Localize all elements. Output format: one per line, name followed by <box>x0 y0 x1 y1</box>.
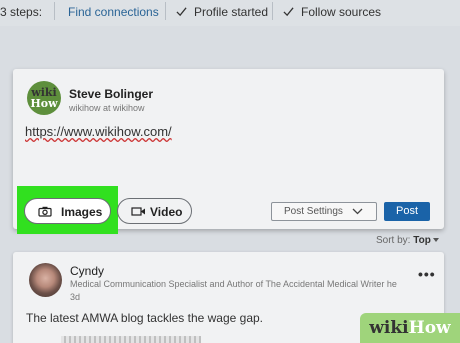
post-settings-dropdown[interactable]: Post Settings <box>271 202 377 221</box>
divider <box>165 2 166 20</box>
step-label: Follow sources <box>301 5 382 19</box>
images-button[interactable]: Images <box>24 198 111 224</box>
steps-prefix: 3 steps: <box>0 5 43 19</box>
divider <box>272 2 273 20</box>
poster-name[interactable]: Cyndy <box>70 264 104 278</box>
avatar[interactable] <box>29 263 62 297</box>
post-button[interactable]: Post <box>384 202 430 221</box>
caret-down-icon <box>432 238 439 242</box>
post-text-input[interactable]: https://www.wikihow.com/ <box>25 124 172 139</box>
step-profile-started: Profile started <box>176 5 268 19</box>
sort-by-label: Sort by: <box>376 235 411 246</box>
post-settings-label: Post Settings <box>284 206 343 217</box>
sort-by-value: Top <box>413 235 431 246</box>
chevron-down-icon <box>352 208 363 215</box>
steps-bar: 3 steps: Find connections Profile starte… <box>0 0 460 26</box>
author-name: Steve Bolinger <box>69 87 154 101</box>
check-icon <box>283 7 294 17</box>
watermark-text: How <box>408 318 451 338</box>
author-avatar: wiki How <box>27 81 61 115</box>
post-text: The latest AMWA blog tackles the wage ga… <box>26 311 264 325</box>
find-connections-link[interactable]: Find connections <box>68 5 159 19</box>
step-label: Profile started <box>194 5 269 19</box>
images-label: Images <box>61 205 103 219</box>
poster-headline: Medical Communication Specialist and Aut… <box>70 279 397 289</box>
avatar-logo-text: How <box>30 97 58 110</box>
post-image[interactable] <box>61 336 201 343</box>
step-follow-sources: Follow sources <box>283 5 381 19</box>
check-icon <box>176 7 187 17</box>
video-label: Video <box>150 205 183 219</box>
author-headline: wikihow at wikihow <box>69 103 145 113</box>
video-button[interactable]: Video <box>117 198 192 224</box>
post-timestamp: 3d <box>70 292 81 302</box>
camera-icon <box>38 206 52 217</box>
more-options-icon[interactable]: ••• <box>418 266 436 282</box>
divider <box>54 2 55 20</box>
video-camera-icon <box>131 207 145 216</box>
sort-by-control[interactable]: Sort by: Top <box>376 235 439 246</box>
watermark-text: wiki <box>369 318 409 338</box>
wikihow-watermark-logo: wikiHow <box>360 313 460 343</box>
